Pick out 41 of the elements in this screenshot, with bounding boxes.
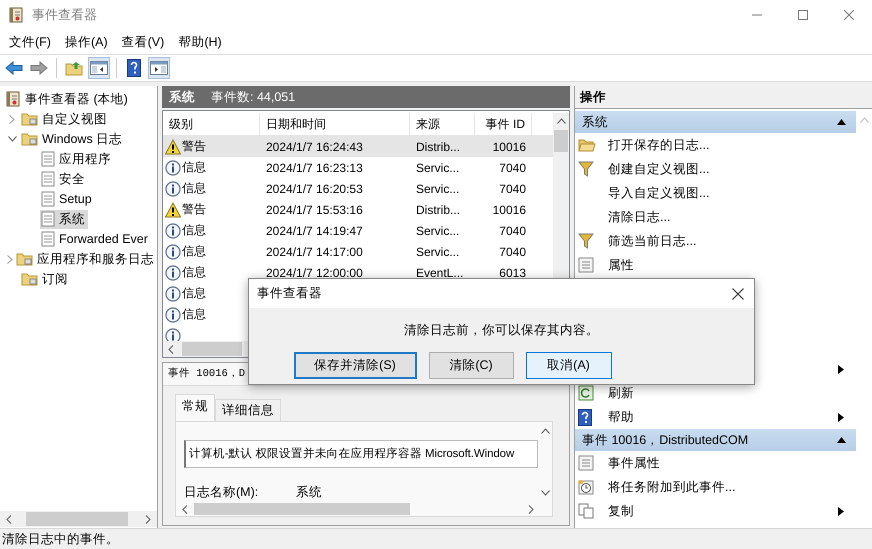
dialog-message: 清除日志前，你可以保存其内容。 [403,322,600,339]
table-cell: 信息 [182,306,206,323]
table-cell-text: 7040 [498,182,527,196]
table-cell-text: 7040 [498,224,527,238]
table-cell-text: 6013 [498,266,527,280]
table-cell-text: Servic... [415,224,460,238]
table-cell-text: 2024/1/7 16:24:43 [265,140,364,154]
table-cell-text: 2024/1/7 16:20:53 [265,182,364,196]
table-cell: 警告 [182,138,206,155]
event-count: 事件数: 44,051 [211,88,296,106]
table-cell: 信息 [182,222,206,239]
table-cell: 警告 [182,201,206,218]
pane-title: 系统 [169,88,195,106]
field-value: 系统 [296,484,322,501]
table-cell-text: 2024/1/7 16:23:13 [265,160,364,174]
table-cell-text: 2024/1/7 14:19:47 [265,224,364,238]
section-title: 事件 10016，DistributedCOM [582,432,748,448]
table-cell-text: Distrib... [415,202,462,216]
window-title: 事件查看器 [32,6,97,24]
table-cell-text: 7040 [498,160,527,174]
status-text: 清除日志中的事件。 [2,530,119,548]
table-cell: 信息 [182,264,206,281]
table-cell-text: EventL... [415,266,464,280]
section-title: 系统 [582,114,608,130]
table-cell: 信息 [182,159,206,176]
table-cell-text: Servic... [415,244,460,258]
table-cell-text: Distrib... [415,140,462,154]
table-cell: 信息 [182,285,206,302]
table-cell-text: 2024/1/7 12:00:00 [265,266,364,280]
pane-title: 操作 [575,86,872,109]
field-label: 日志名称(M): [184,484,260,501]
table-cell-text: 10016 [492,202,527,216]
table-cell: 信息 [182,243,206,260]
table-cell-text: Servic... [415,182,460,196]
table-cell-text: 10016 [492,140,527,154]
table-cell-text: 2024/1/7 15:53:16 [265,202,364,216]
table-cell: 信息 [182,180,206,197]
dialog-title: 事件查看器 [257,285,322,302]
table-cell-text: 2024/1/7 14:17:00 [265,244,364,258]
table-cell-text: 7040 [498,244,527,258]
table-cell-text: Servic... [415,160,460,174]
